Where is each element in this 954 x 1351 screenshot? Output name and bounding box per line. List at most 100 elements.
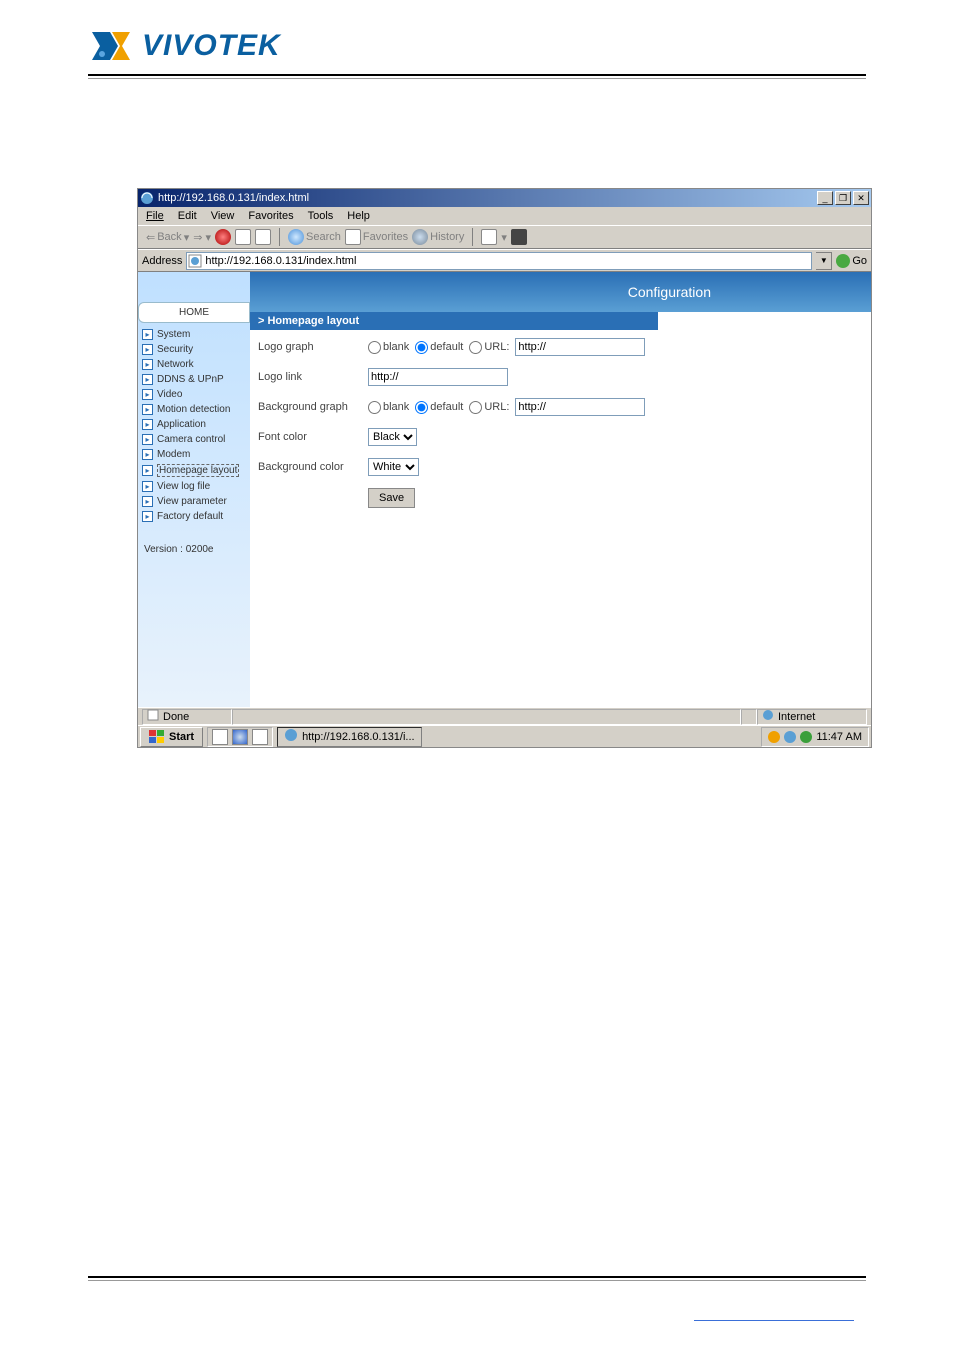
arrow-icon: ▸ (142, 434, 153, 445)
sidebar-item-view-parameter[interactable]: ▸View parameter (138, 494, 250, 509)
menu-tools[interactable]: Tools (308, 210, 334, 222)
sidebar-home[interactable]: HOME (138, 302, 250, 323)
sidebar-item-label: Homepage layout (157, 464, 239, 477)
address-input[interactable] (186, 252, 812, 270)
sidebar-item-label: System (157, 329, 190, 340)
menubar: File Edit View Favorites Tools Help (138, 207, 871, 225)
label-logo-graph: Logo graph (258, 341, 368, 353)
header-rule-thin (88, 78, 866, 79)
bg-graph-blank[interactable]: blank (368, 401, 409, 414)
arrow-icon: ▸ (142, 465, 153, 476)
arrow-icon: ▸ (142, 374, 153, 385)
sidebar-item-system[interactable]: ▸System (138, 327, 250, 342)
windows-logo-icon (149, 730, 165, 744)
internet-zone-icon (762, 709, 774, 724)
maximize-button[interactable]: ❐ (835, 191, 851, 205)
stop-icon[interactable] (215, 229, 231, 245)
footer-link-underline (694, 1309, 854, 1321)
sidebar-item-video[interactable]: ▸Video (138, 387, 250, 402)
ie-window-screenshot: http://192.168.0.131/index.html _ ❐ ✕ Fi… (137, 188, 872, 748)
tray-icon-3[interactable] (800, 731, 812, 743)
refresh-icon[interactable] (235, 229, 251, 245)
row-bg-color: Background color White (258, 458, 650, 476)
bg-graph-default[interactable]: default (415, 401, 463, 414)
task-button[interactable]: http://192.168.0.131/i... (277, 727, 422, 747)
print-icon[interactable] (511, 229, 527, 245)
sidebar-item-ddns-upnp[interactable]: ▸ DDNS & UPnP (138, 372, 250, 387)
menu-view[interactable]: View (211, 210, 235, 222)
forward-button[interactable]: ⇒ ▾ (193, 231, 211, 244)
home-icon[interactable] (255, 229, 271, 245)
logo-graph-url[interactable]: URL: (469, 341, 509, 354)
vivotek-header: VIVOTEK (0, 0, 954, 68)
ie-icon (140, 191, 154, 205)
search-button[interactable]: Search (288, 229, 341, 245)
row-bg-graph: Background graph blank default URL: (258, 398, 650, 416)
bg-graph-url[interactable]: URL: (469, 401, 509, 414)
sidebar-item-factory-default[interactable]: ▸Factory default (138, 509, 250, 524)
history-button[interactable]: History (412, 229, 464, 245)
tray-icon-2[interactable] (784, 731, 796, 743)
menu-edit[interactable]: Edit (178, 210, 197, 222)
sidebar-item-security[interactable]: ▸Security (138, 342, 250, 357)
ie-icon (284, 728, 298, 745)
logo-graph-default[interactable]: default (415, 341, 463, 354)
sidebar-item-label: Network (157, 359, 194, 370)
address-dropdown[interactable]: ▼ (816, 252, 832, 270)
label-logo-link: Logo link (258, 371, 368, 383)
row-logo-link: Logo link (258, 368, 650, 386)
version-text: Version : 0200e (138, 524, 250, 575)
sidebar-item-label: Application (157, 419, 206, 430)
sidebar-item-label: Modem (157, 449, 190, 460)
minimize-button[interactable]: _ (817, 191, 833, 205)
back-button[interactable]: ⇐ Back ▾ (146, 231, 189, 244)
logo-link-input[interactable] (368, 368, 508, 386)
address-label: Address (142, 255, 182, 267)
close-button[interactable]: ✕ (853, 191, 869, 205)
tray-icon-1[interactable] (768, 731, 780, 743)
menu-file[interactable]: File (146, 210, 164, 222)
logo-graph-blank[interactable]: blank (368, 341, 409, 354)
sidebar-item-camera-control[interactable]: ▸Camera control (138, 432, 250, 447)
font-color-select[interactable]: Black (368, 428, 417, 446)
sidebar-item-homepage-layout[interactable]: ▸ Homepage layout (138, 462, 250, 479)
sidebar-item-modem[interactable]: ▸Modem (138, 447, 250, 462)
menu-help[interactable]: Help (347, 210, 370, 222)
taskbar: Start http://192.168.0.131/i... 11:47 AM (138, 725, 871, 747)
config-heading: Configuration (250, 272, 871, 312)
start-button[interactable]: Start (140, 727, 203, 747)
arrow-icon: ▸ (142, 481, 153, 492)
sidebar-item-application[interactable]: ▸ Application (138, 417, 250, 432)
address-bar: Address ▼ Go (138, 249, 871, 271)
sidebar-item-label: Motion detection (157, 404, 230, 415)
sidebar-item-motion-detection[interactable]: ▸Motion detection (138, 402, 250, 417)
main-panel: Configuration > Homepage layout Logo gra… (250, 272, 871, 707)
row-font-color: Font color Black (258, 428, 650, 446)
favorites-button[interactable]: Favorites (345, 229, 408, 245)
label-bg-color: Background color (258, 461, 368, 473)
label-bg-graph: Background graph (258, 401, 368, 413)
sidebar-item-view-log-file[interactable]: ▸View log file (138, 479, 250, 494)
arrow-icon: ▸ (142, 344, 153, 355)
bg-color-select[interactable]: White (368, 458, 419, 476)
arrow-icon: ▸ (142, 389, 153, 400)
logo-graph-url-input[interactable] (515, 338, 645, 356)
sidebar: HOME ▸System▸Security▸Network▸DDNS & UPn… (138, 272, 250, 707)
arrow-icon: ▸ (142, 419, 153, 430)
sidebar-item-label: DDNS & UPnP (157, 374, 224, 385)
save-button[interactable]: Save (368, 488, 415, 508)
go-button[interactable]: Go (836, 254, 867, 268)
vivotek-logo-icon (88, 28, 134, 64)
system-tray: 11:47 AM (761, 727, 869, 747)
sidebar-item-label: View parameter (157, 496, 227, 507)
ql-icon-3[interactable] (252, 729, 268, 745)
menu-favorites[interactable]: Favorites (248, 210, 293, 222)
footer-rule-thin (88, 1280, 866, 1281)
sidebar-item-network[interactable]: ▸ Network (138, 357, 250, 372)
bg-graph-url-input[interactable] (515, 398, 645, 416)
ql-icon-2[interactable] (232, 729, 248, 745)
ql-icon-1[interactable] (212, 729, 228, 745)
mail-icon[interactable] (481, 229, 497, 245)
row-logo-graph: Logo graph blank default URL: (258, 338, 650, 356)
arrow-icon: ▸ (142, 359, 153, 370)
